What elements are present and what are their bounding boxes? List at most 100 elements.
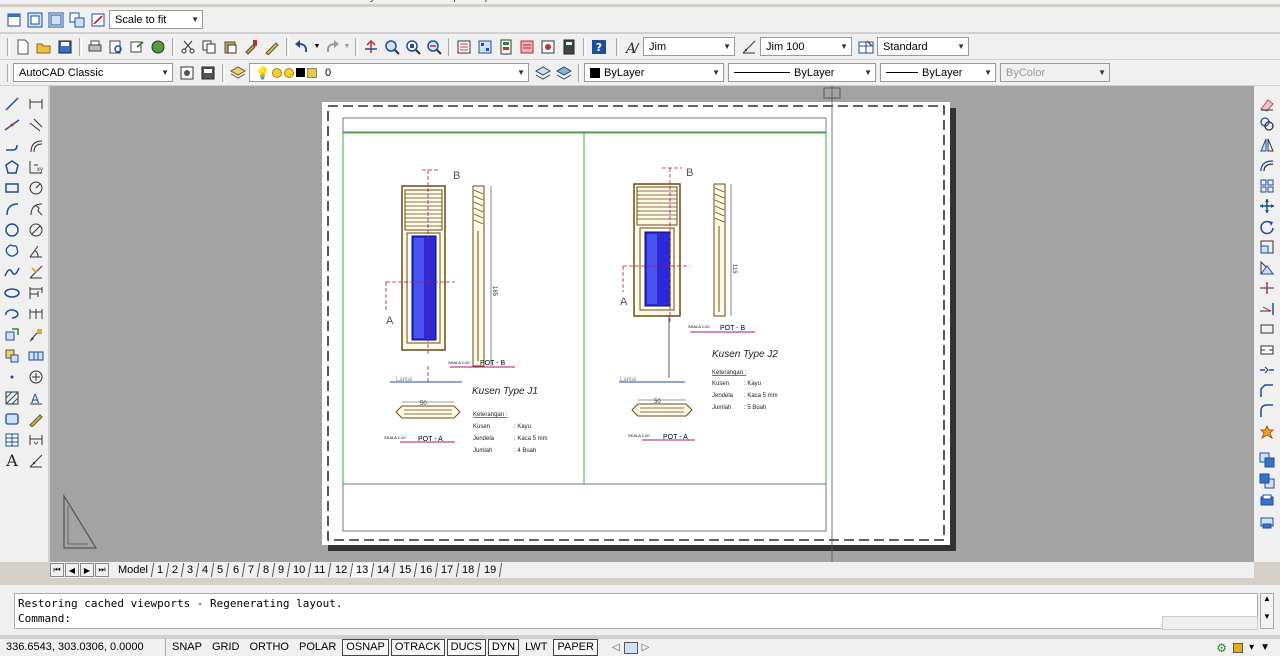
- single-viewport-icon[interactable]: [4, 10, 24, 30]
- model-paper-icon[interactable]: ◁: [612, 642, 620, 653]
- design-center-icon[interactable]: [475, 37, 495, 57]
- dim-radius-icon[interactable]: [25, 178, 47, 197]
- tab-17[interactable]: 17: [435, 563, 460, 577]
- multiline-text-icon[interactable]: A: [1, 451, 23, 470]
- dimension-style-combo[interactable]: Jim 100 ▼: [760, 37, 852, 56]
- tab-15[interactable]: 15: [393, 563, 417, 577]
- workspace-combo[interactable]: AutoCAD Classic ▼: [13, 63, 173, 82]
- dim-baseline-icon[interactable]: [25, 283, 47, 302]
- menu-draw[interactable]: Draw: [247, 0, 270, 4]
- copy-icon[interactable]: [199, 37, 219, 57]
- undo-icon[interactable]: [292, 37, 312, 57]
- menu-insert[interactable]: Insert: [125, 0, 150, 4]
- table-style-icon[interactable]: [856, 37, 876, 57]
- stretch-icon[interactable]: [1256, 258, 1278, 278]
- tab-next-icon[interactable]: ▶: [80, 563, 94, 577]
- tab-16[interactable]: 16: [414, 563, 439, 577]
- rectangle-icon[interactable]: [1, 178, 23, 197]
- status-menu-icon[interactable]: ▼: [1260, 642, 1270, 653]
- layer-combo[interactable]: 💡 0 ▼: [249, 63, 529, 82]
- tolerance-icon[interactable]: [25, 346, 47, 365]
- pan-realtime-icon[interactable]: [361, 37, 381, 57]
- markup-set-manager-icon[interactable]: [538, 37, 558, 57]
- quick-leader-icon[interactable]: [25, 325, 47, 344]
- rotate-icon[interactable]: [1256, 217, 1278, 237]
- viewport-scale-combo[interactable]: Scale to fit ▼: [109, 10, 203, 29]
- workspace-settings-icon[interactable]: [177, 63, 197, 83]
- menu-format[interactable]: Format: [164, 0, 196, 4]
- coordinate-display[interactable]: 336.6543, 303.0306, 0.0000: [0, 639, 166, 656]
- qnew-icon[interactable]: [13, 37, 33, 57]
- explode-icon[interactable]: [1256, 422, 1278, 442]
- status-ortho-button[interactable]: ORTHO: [245, 639, 293, 656]
- trim-icon[interactable]: [1256, 279, 1278, 299]
- dim-ordinate-icon[interactable]: xy: [25, 157, 47, 176]
- dim-continue-icon[interactable]: [25, 304, 47, 323]
- make-object-layer-current-icon[interactable]: [533, 63, 553, 83]
- dimension-style-icon[interactable]: [739, 37, 759, 57]
- command-prompt[interactable]: Command:: [18, 611, 1254, 626]
- dim-arc-length-icon[interactable]: [25, 136, 47, 155]
- status-ducs-button[interactable]: DUCS: [446, 639, 486, 656]
- quickcalc-icon[interactable]: [559, 37, 579, 57]
- open-icon[interactable]: [34, 37, 54, 57]
- viewport-dialog-icon[interactable]: [25, 10, 45, 30]
- layer-previous-icon[interactable]: [554, 63, 574, 83]
- join-icon[interactable]: [1256, 361, 1278, 381]
- ellipse-arc-icon[interactable]: [1, 304, 23, 323]
- table-icon[interactable]: [1, 430, 23, 449]
- horizontal-scrollbar[interactable]: [1162, 616, 1258, 630]
- properties-icon[interactable]: [454, 37, 474, 57]
- command-box[interactable]: Restoring cached viewports - Regeneratin…: [14, 593, 1258, 629]
- zoom-window-icon[interactable]: [403, 37, 423, 57]
- menu-help[interactable]: Help: [439, 0, 460, 4]
- dim-update-icon[interactable]: [25, 430, 47, 449]
- save-workspace-icon[interactable]: [198, 63, 218, 83]
- dim-jogged-icon[interactable]: [25, 199, 47, 218]
- mirror-icon[interactable]: [1256, 135, 1278, 155]
- polygonal-viewport-icon[interactable]: [46, 10, 66, 30]
- scale-icon[interactable]: [1256, 238, 1278, 258]
- tray-settings-icon[interactable]: ▾: [1249, 642, 1254, 653]
- status-osnap-button[interactable]: OSNAP: [342, 639, 389, 656]
- zoom-realtime-icon[interactable]: [382, 37, 402, 57]
- table-style-combo[interactable]: Standard ▼: [877, 37, 969, 56]
- ellipse-icon[interactable]: [1, 283, 23, 302]
- break-at-point-icon[interactable]: [1256, 320, 1278, 340]
- region-icon[interactable]: [1, 409, 23, 428]
- break-icon[interactable]: [1256, 340, 1278, 360]
- tab-13[interactable]: 13: [350, 563, 375, 577]
- make-block-icon[interactable]: [1, 346, 23, 365]
- line-icon[interactable]: [1, 94, 23, 113]
- offset-icon[interactable]: [1256, 156, 1278, 176]
- clip-viewport-icon[interactable]: [88, 10, 108, 30]
- save-icon[interactable]: [55, 37, 75, 57]
- menu-dimension[interactable]: Dimension: [284, 0, 331, 4]
- linetype-control-combo[interactable]: ByLayer ▼: [728, 63, 876, 82]
- move-icon[interactable]: [1256, 197, 1278, 217]
- dim-linear-icon[interactable]: [25, 94, 47, 113]
- dim-diameter-icon[interactable]: [25, 220, 47, 239]
- lock-icon[interactable]: [1233, 642, 1244, 653]
- 3d-dwf-icon[interactable]: [148, 37, 168, 57]
- color-control-combo[interactable]: ByLayer ▼: [584, 63, 724, 82]
- undo-dropdown-icon[interactable]: ▼: [313, 37, 321, 57]
- copy-object-icon[interactable]: [1256, 115, 1278, 135]
- help-icon[interactable]: ?: [589, 37, 609, 57]
- polyline-icon[interactable]: [1, 136, 23, 155]
- command-scrollbar[interactable]: ▲ ▼: [1260, 593, 1274, 629]
- redo-dropdown-icon[interactable]: ▼: [343, 37, 351, 57]
- menu-view[interactable]: View: [89, 0, 111, 4]
- layer-properties-icon[interactable]: [228, 63, 248, 83]
- dim-aligned-icon[interactable]: [25, 115, 47, 134]
- menu-edit[interactable]: Edit: [58, 0, 75, 4]
- construction-line-icon[interactable]: [1, 115, 23, 134]
- tab-first-icon[interactable]: ⏮: [50, 563, 64, 577]
- tool-palettes-icon[interactable]: [496, 37, 516, 57]
- dim-style-control-icon[interactable]: [25, 451, 47, 470]
- dim-edit-icon[interactable]: A: [25, 388, 47, 407]
- tab-19[interactable]: 19: [478, 563, 502, 577]
- text-style-icon[interactable]: A: [622, 37, 642, 57]
- plot-preview-icon[interactable]: [106, 37, 126, 57]
- status-snap-button[interactable]: SNAP: [168, 639, 206, 656]
